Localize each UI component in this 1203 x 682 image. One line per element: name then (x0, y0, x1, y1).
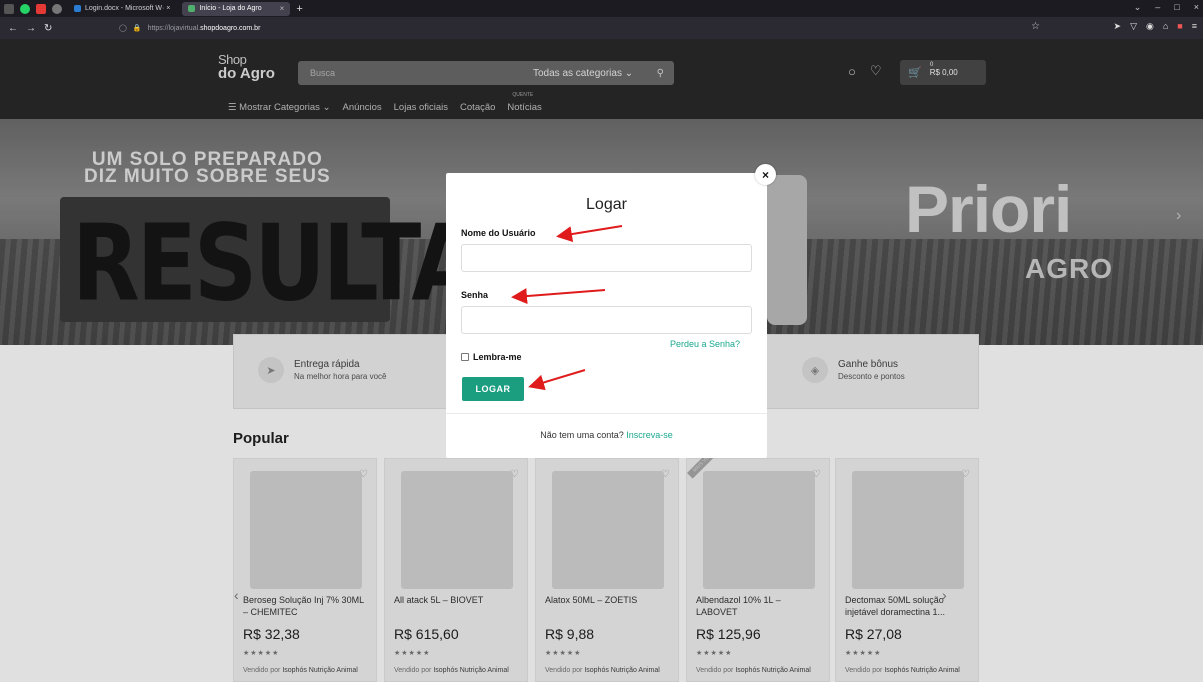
address-bar[interactable]: ◯ 🔒 https://lojavirtual.shopdoagro.com.b… (115, 20, 1045, 36)
window-controls: ⌄ – □ × (1134, 2, 1199, 13)
word-icon (74, 5, 81, 12)
new-tab-button[interactable]: + (296, 3, 302, 15)
browser-toolbar: ← → ↻ ◯ 🔒 https://lojavirtual.shopdoagro… (0, 17, 1203, 39)
youtube-icon[interactable] (36, 3, 46, 14)
reload-icon[interactable]: ↻ (44, 23, 52, 34)
forgot-password-link[interactable]: Perdeu a Senha? (670, 339, 740, 349)
tab-label: Login.docx - Microsoft W· × (85, 5, 171, 12)
username-label: Nome do Usuário (461, 228, 536, 238)
toolbar-extensions: ➤ ▽ ◉ ⌂ ■ ≡ (1114, 21, 1197, 32)
home-icon[interactable]: ⌂ (1163, 21, 1168, 32)
signup-prompt: Não tem uma conta? Inscreva-se (446, 430, 767, 440)
signup-link[interactable]: Inscreva-se (626, 430, 673, 440)
no-account-text: Não tem uma conta? (540, 430, 624, 440)
remember-label: Lembra-me (473, 352, 522, 362)
menu-icon[interactable]: ≡ (1192, 21, 1197, 32)
url-host: shopdoagro.com.br (200, 24, 261, 32)
password-input[interactable] (461, 306, 752, 334)
url-scheme: https://lojavirtual. (147, 24, 201, 32)
password-label: Senha (461, 290, 489, 300)
maximize-icon[interactable]: □ (1174, 2, 1179, 13)
forward-icon[interactable]: → (26, 23, 36, 34)
account-icon[interactable]: ◉ (1146, 21, 1154, 32)
addon-icon[interactable]: ■ (1177, 21, 1182, 32)
browser-tab-bar: Login.docx - Microsoft W· × Início - Loj… (0, 0, 1203, 17)
minimize-icon[interactable]: – (1155, 2, 1160, 13)
login-modal: Logar Nome do Usuário Senha Perdeu a Sen… (446, 173, 767, 458)
modal-title: Logar (586, 196, 627, 213)
tab-login-docx[interactable]: Login.docx - Microsoft W· × (68, 2, 176, 16)
whatsapp-icon[interactable] (20, 3, 30, 14)
login-button[interactable]: LOGAR (462, 377, 524, 401)
username-input[interactable] (461, 244, 752, 272)
lock-icon[interactable]: 🔒 (133, 24, 142, 32)
bookmark-star-icon[interactable]: ☆ (1031, 21, 1040, 32)
shield-icon[interactable]: ◯ (119, 24, 127, 32)
tab-loja-do-agro[interactable]: Início - Loja do Agro × (182, 1, 291, 16)
modal-divider (446, 413, 767, 414)
tab-overview-icon[interactable] (4, 3, 14, 14)
pinned-tab-icon[interactable] (52, 3, 62, 14)
chevron-down-icon[interactable]: ⌄ (1134, 2, 1142, 13)
remember-checkbox[interactable] (461, 353, 469, 361)
close-tab-icon[interactable]: × (280, 4, 285, 13)
extension-icon[interactable]: ➤ (1114, 21, 1122, 32)
tab-label: Início - Loja do Agro (199, 5, 262, 12)
site-favicon-icon (188, 5, 196, 12)
close-modal-button[interactable]: × (755, 164, 776, 185)
close-window-icon[interactable]: × (1194, 2, 1199, 13)
pocket-icon[interactable]: ▽ (1130, 21, 1137, 32)
remember-me[interactable]: Lembra-me (461, 352, 522, 362)
back-icon[interactable]: ← (8, 23, 18, 34)
